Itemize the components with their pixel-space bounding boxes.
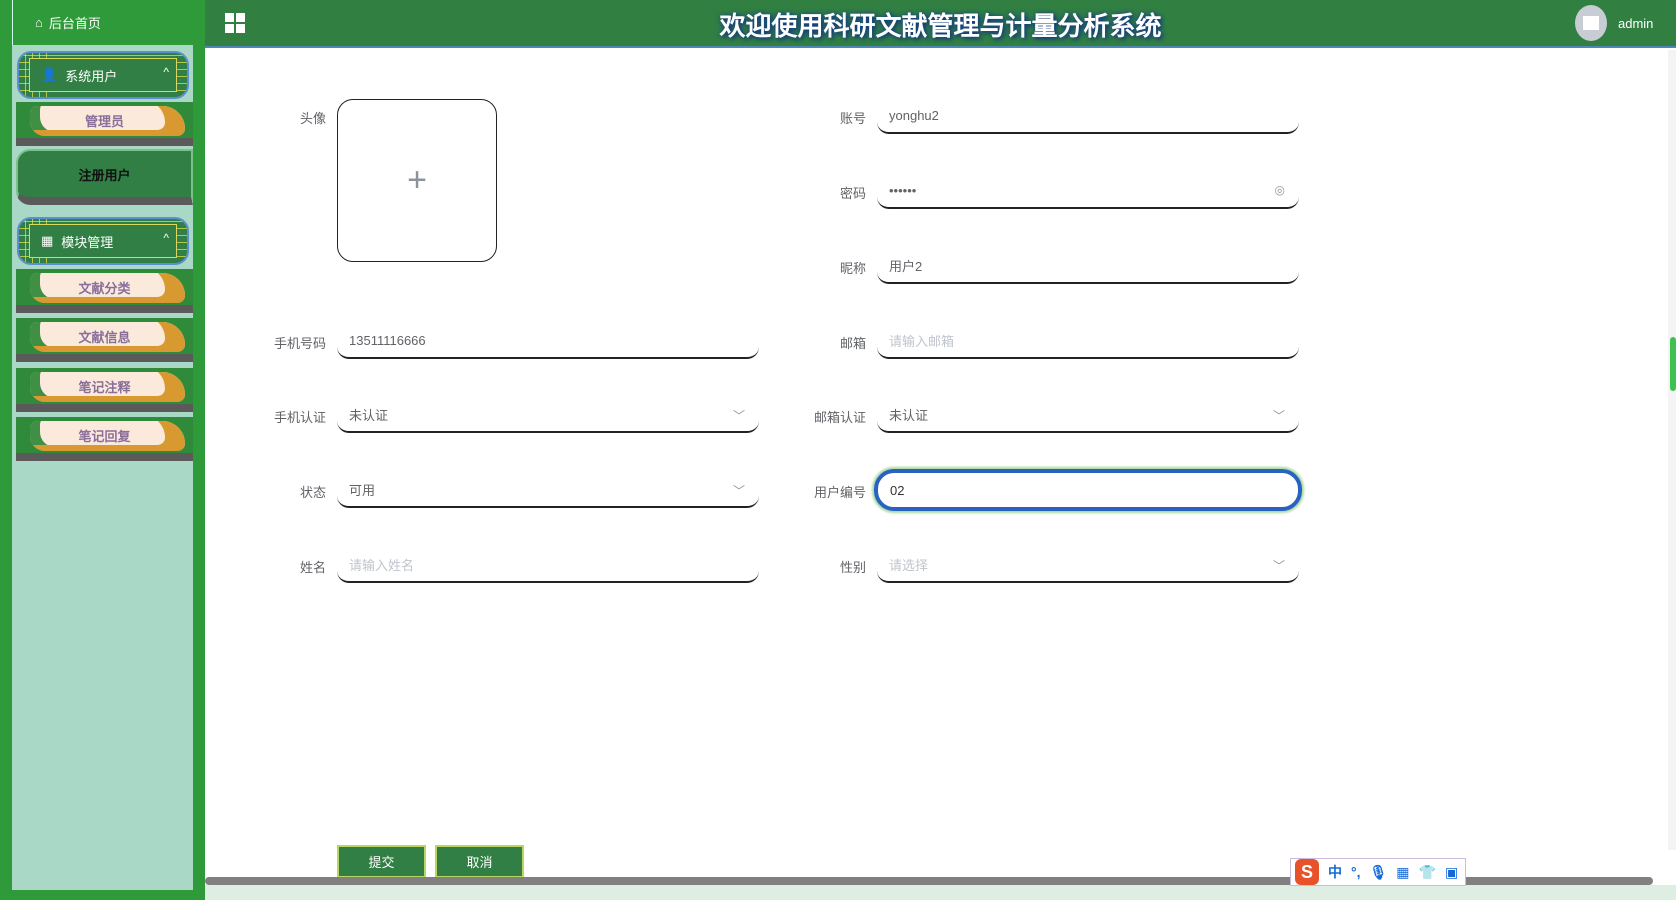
gender-label: 性别 (839, 560, 866, 575)
sidebar-item-doc-category[interactable]: 文献分类 (16, 269, 193, 313)
avatar-upload[interactable]: + (337, 99, 497, 262)
ime-toolbar[interactable]: S 中 °, 🎙 ▦ 👕 ▣ (1290, 858, 1466, 886)
sidebar-home[interactable]: ⌂ 后台首页 (12, 0, 193, 45)
sidebar-item-doc-info[interactable]: 文献信息 (16, 318, 193, 362)
sidebar-item-admin[interactable]: 管理员 (16, 102, 193, 146)
sidebar-item-notes[interactable]: 笔记注释 (16, 368, 193, 412)
submit-button[interactable]: 提交 (337, 845, 426, 878)
sogou-logo-icon: S (1295, 859, 1319, 885)
phone-input[interactable]: 13511116666 (337, 323, 759, 359)
chevron-down-icon: ﹀ (732, 484, 745, 498)
avatar-label: 头像 (299, 111, 326, 126)
email-verify-label: 邮箱认证 (813, 410, 866, 425)
toolbox-icon[interactable]: ▣ (1445, 864, 1458, 881)
plus-icon: + (407, 161, 427, 199)
vertical-scrollbar[interactable] (1668, 50, 1676, 850)
chevron-up-icon: ^ (163, 231, 169, 245)
account-input[interactable]: yonghu2 (877, 98, 1299, 134)
home-icon: ⌂ (35, 15, 43, 30)
sidebar-group-system-users[interactable]: 👤 系统用户 ^ (17, 51, 189, 99)
sidebar-item-note-replies[interactable]: 笔记回复 (16, 417, 193, 461)
gender-select[interactable]: 请选择 ﹀ (877, 547, 1299, 583)
chevron-down-icon: ﹀ (1272, 559, 1285, 573)
chevron-down-icon: ﹀ (732, 409, 745, 423)
sidebar-item-registered-users[interactable]: 注册用户 (16, 149, 193, 205)
phone-verify-label: 手机认证 (273, 410, 326, 425)
phone-label: 手机号码 (273, 336, 326, 351)
email-label: 邮箱 (839, 336, 866, 351)
account-label: 账号 (839, 111, 866, 126)
avatar[interactable] (1575, 5, 1607, 41)
footer-background (205, 885, 1676, 900)
cancel-button[interactable]: 取消 (435, 845, 524, 878)
image-icon (1583, 16, 1599, 30)
page-title: 欢迎使用科研文献管理与计量分析系统 (719, 11, 1162, 41)
microphone-icon[interactable]: 🎙 (1370, 864, 1388, 881)
name-label: 姓名 (299, 560, 326, 575)
password-label: 密码 (839, 186, 866, 201)
ime-punct[interactable]: °, (1351, 864, 1361, 880)
status-select[interactable]: 可用 ﹀ (337, 472, 759, 508)
grid-icon: ▦ (41, 233, 54, 248)
vertical-scrollbar-thumb[interactable] (1670, 337, 1676, 391)
header: 欢迎使用科研文献管理与计量分析系统 admin (205, 0, 1676, 48)
ime-mode[interactable]: 中 (1328, 862, 1342, 882)
email-input[interactable]: 请输入邮箱 (877, 323, 1299, 359)
chevron-up-icon: ^ (163, 65, 169, 79)
password-input[interactable]: •••••• ◎ (877, 173, 1299, 209)
chevron-down-icon: ﹀ (1272, 409, 1285, 423)
sidebar-group-modules[interactable]: ▦ 模块管理 ^ (17, 217, 189, 265)
keyboard-icon[interactable]: ▦ (1396, 864, 1409, 881)
user-no-label: 用户编号 (813, 485, 866, 500)
phone-verify-select[interactable]: 未认证 ﹀ (337, 397, 759, 433)
skin-icon[interactable]: 👕 (1419, 864, 1436, 881)
username[interactable]: admin (1618, 16, 1653, 31)
nickname-input[interactable]: 用户2 (877, 248, 1299, 284)
user-icon: 👤 (41, 67, 58, 82)
email-verify-select[interactable]: 未认证 ﹀ (877, 397, 1299, 433)
status-label: 状态 (299, 485, 326, 500)
user-no-input[interactable]: 02 (874, 469, 1302, 511)
nickname-label: 昵称 (839, 261, 866, 276)
eye-icon[interactable]: ◎ (1275, 183, 1285, 197)
name-input[interactable]: 请输入姓名 (337, 547, 759, 583)
